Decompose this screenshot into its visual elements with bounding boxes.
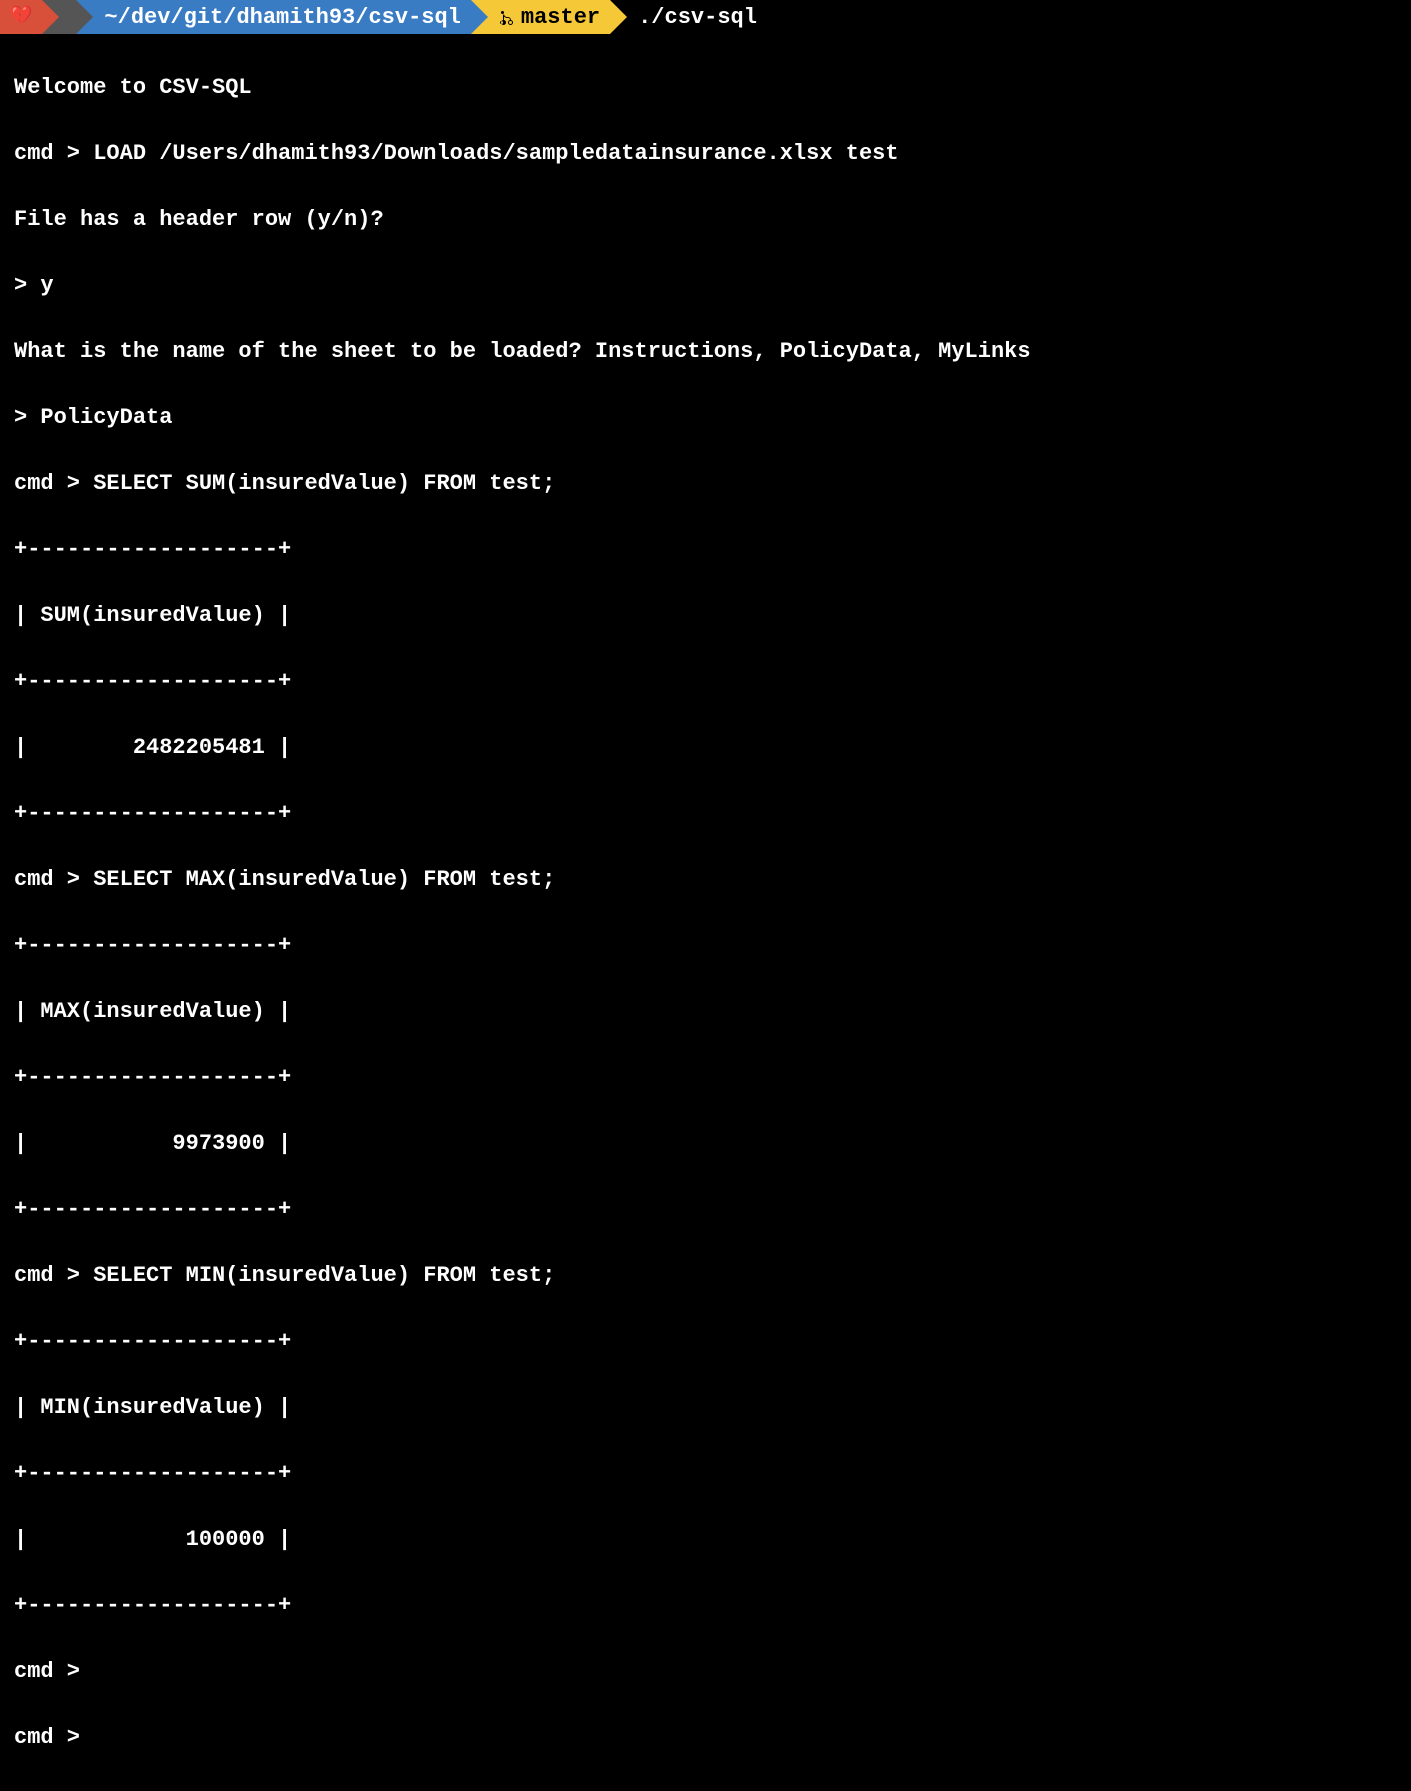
- empty-cmd-prompt: cmd >: [14, 1655, 1397, 1688]
- table-value: | 100000 |: [14, 1523, 1397, 1556]
- header-row-prompt: File has a header row (y/n)?: [14, 203, 1397, 236]
- prompt-segment-path: ~/dev/git/dhamith93/csv-sql: [76, 0, 470, 34]
- table-separator: +-------------------+: [14, 1193, 1397, 1226]
- table-header: | MIN(insuredValue) |: [14, 1391, 1397, 1424]
- prompt-segment-command: ./csv-sql: [610, 0, 767, 34]
- prompt-segment-heart: 💔: [0, 0, 42, 34]
- cwd-path: ~/dev/git/dhamith93/csv-sql: [104, 1, 460, 34]
- table-separator: +-------------------+: [14, 929, 1397, 962]
- sheet-answer: > PolicyData: [14, 401, 1397, 434]
- sheet-prompt: What is the name of the sheet to be load…: [14, 335, 1397, 368]
- shell-prompt-bar: 💔 ~/dev/git/dhamith93/csv-sql master ./c…: [0, 0, 1411, 34]
- table-separator: +-------------------+: [14, 1589, 1397, 1622]
- load-command-line: cmd > LOAD /Users/dhamith93/Downloads/sa…: [14, 137, 1397, 170]
- table-separator: +-------------------+: [14, 797, 1397, 830]
- header-row-answer: > y: [14, 269, 1397, 302]
- broken-heart-icon: 💔: [10, 4, 32, 31]
- terminal-output[interactable]: Welcome to CSV-SQL cmd > LOAD /Users/dha…: [0, 34, 1411, 1791]
- table-separator: +-------------------+: [14, 1457, 1397, 1490]
- table-value: | 9973900 |: [14, 1127, 1397, 1160]
- table-header: | MAX(insuredValue) |: [14, 995, 1397, 1028]
- query-cmd: cmd > SELECT MIN(insuredValue) FROM test…: [14, 1259, 1397, 1292]
- table-value: | 2482205481 |: [14, 731, 1397, 764]
- welcome-line: Welcome to CSV-SQL: [14, 71, 1397, 104]
- query-cmd: cmd > SELECT MAX(insuredValue) FROM test…: [14, 863, 1397, 896]
- table-separator: +-------------------+: [14, 1325, 1397, 1358]
- active-cmd-prompt[interactable]: cmd >: [14, 1721, 1397, 1754]
- table-separator: +-------------------+: [14, 665, 1397, 698]
- git-branch-icon: [499, 1, 515, 34]
- prompt-segment-branch: master: [471, 0, 610, 34]
- table-separator: +-------------------+: [14, 1061, 1397, 1094]
- table-separator: +-------------------+: [14, 533, 1397, 566]
- query-cmd: cmd > SELECT SUM(insuredValue) FROM test…: [14, 467, 1397, 500]
- table-header: | SUM(insuredValue) |: [14, 599, 1397, 632]
- running-command: ./csv-sql: [638, 1, 757, 34]
- git-branch-name: master: [521, 1, 600, 34]
